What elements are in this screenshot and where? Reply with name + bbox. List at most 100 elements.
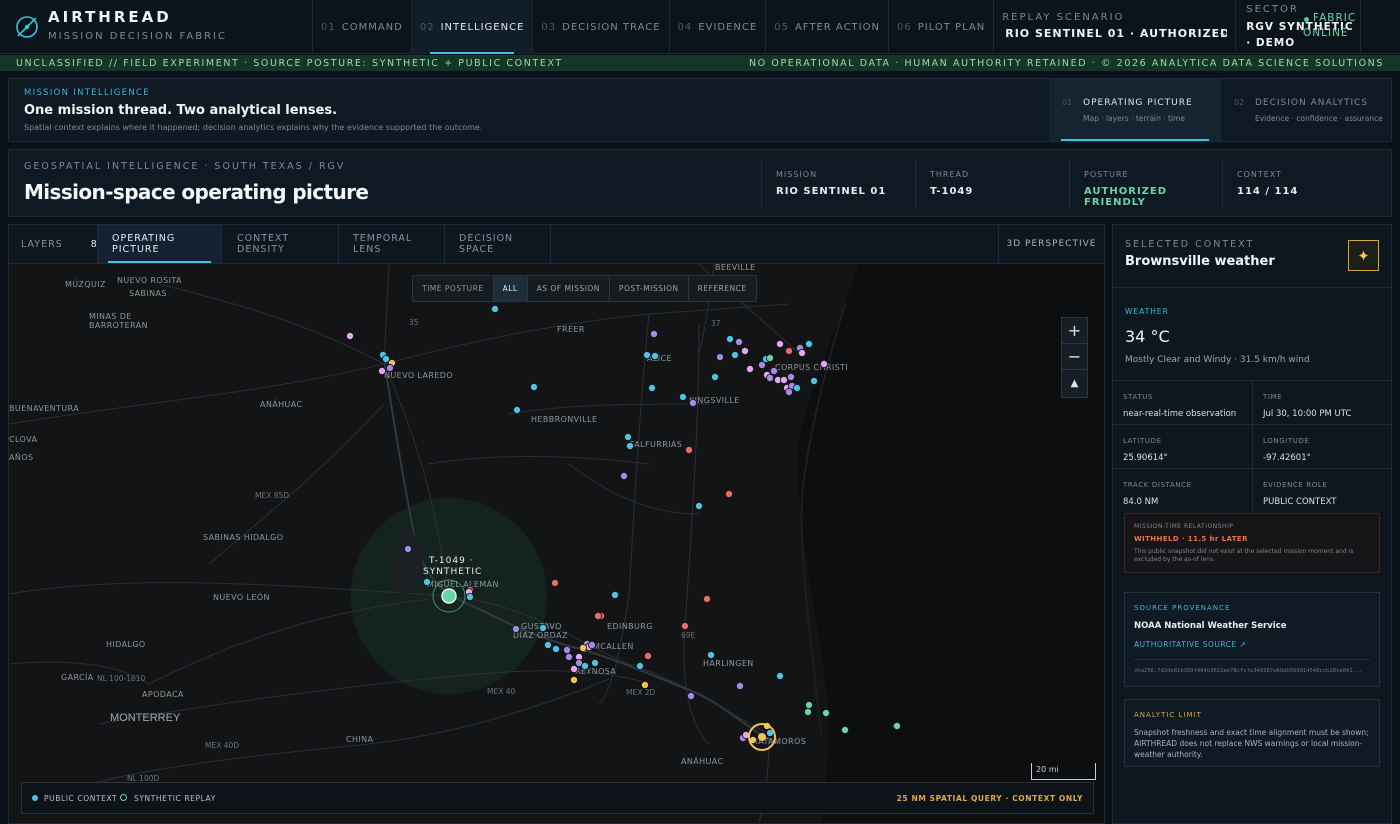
context-point[interactable] bbox=[776, 671, 785, 680]
context-point[interactable] bbox=[736, 681, 745, 690]
tab-layers[interactable]: LAYERS 8 bbox=[9, 225, 98, 263]
context-point[interactable] bbox=[726, 335, 735, 344]
context-point[interactable] bbox=[490, 305, 499, 314]
zoom-out-button[interactable]: − bbox=[1062, 344, 1087, 370]
replay-scenario-select[interactable]: RIO SENTINEL 01 · AUTHORIZED FRIENDLY bbox=[1005, 27, 1227, 43]
time-posture-reference[interactable]: REFERENCE bbox=[689, 276, 756, 301]
tab-context-density[interactable]: CONTEXT DENSITY bbox=[222, 225, 339, 263]
context-kicker: SELECTED CONTEXT bbox=[1125, 239, 1255, 250]
context-point[interactable] bbox=[787, 373, 796, 382]
context-point[interactable] bbox=[626, 441, 635, 450]
context-point[interactable] bbox=[711, 373, 720, 382]
context-point[interactable] bbox=[465, 592, 474, 601]
3d-perspective-button[interactable]: 3D PERSPECTIVE bbox=[998, 225, 1104, 263]
compass-reset-icon[interactable]: ▲ bbox=[1062, 370, 1087, 396]
context-point[interactable] bbox=[804, 707, 813, 716]
brand[interactable]: AIRTHREAD MISSION DECISION FABRIC bbox=[0, 0, 313, 54]
context-point[interactable] bbox=[716, 353, 725, 362]
context-point[interactable] bbox=[810, 377, 819, 386]
context-point[interactable] bbox=[551, 578, 560, 587]
context-point[interactable] bbox=[403, 544, 412, 553]
context-point[interactable] bbox=[563, 645, 572, 654]
context-point[interactable] bbox=[725, 489, 734, 498]
context-point[interactable] bbox=[820, 360, 829, 369]
context-point[interactable] bbox=[643, 351, 652, 360]
nav-tab-intelligence[interactable]: 02 INTELLIGENCE bbox=[411, 0, 534, 54]
context-point[interactable] bbox=[805, 700, 814, 709]
chevron-down-icon[interactable]: ⌄ bbox=[1218, 26, 1227, 39]
context-point[interactable] bbox=[611, 590, 620, 599]
context-point[interactable] bbox=[703, 594, 712, 603]
context-point[interactable] bbox=[770, 367, 779, 376]
sparkle-icon[interactable]: ✦ bbox=[1348, 240, 1379, 271]
authoritative-source-link[interactable]: AUTHORITATIVE SOURCE ↗ bbox=[1134, 640, 1246, 649]
context-point[interactable] bbox=[805, 340, 814, 349]
context-point[interactable] bbox=[798, 349, 807, 358]
tab-operating-picture[interactable]: OPERATING PICTURE bbox=[98, 225, 222, 263]
time-posture-post-mission[interactable]: POST-MISSION bbox=[610, 276, 689, 301]
context-point[interactable] bbox=[565, 652, 574, 661]
context-point[interactable] bbox=[766, 354, 775, 363]
context-point[interactable] bbox=[758, 361, 767, 370]
context-point[interactable] bbox=[841, 725, 850, 734]
context-point[interactable] bbox=[776, 340, 785, 349]
context-point[interactable] bbox=[530, 383, 539, 392]
nav-tab-command[interactable]: 01 COMMAND bbox=[313, 0, 412, 54]
context-point[interactable] bbox=[766, 374, 775, 383]
cell-key: STATUS bbox=[1123, 393, 1153, 401]
nav-tab-pilot-plan[interactable]: 06 PILOT PLAN bbox=[889, 0, 995, 54]
context-point[interactable] bbox=[780, 376, 789, 385]
context-point[interactable] bbox=[511, 624, 520, 633]
context-point[interactable] bbox=[636, 661, 645, 670]
context-point[interactable] bbox=[746, 365, 755, 374]
map-canvas[interactable]: NUEVO ROSITA SABINAS MÚZQUIZ MINAS DE BA… bbox=[9, 264, 1104, 823]
time-posture-as-of-mission[interactable]: AS OF MISSION bbox=[528, 276, 610, 301]
zoom-in-button[interactable]: + bbox=[1062, 318, 1087, 344]
context-point[interactable] bbox=[512, 405, 521, 414]
context-point[interactable] bbox=[695, 501, 704, 510]
context-point[interactable] bbox=[591, 658, 600, 667]
context-point[interactable] bbox=[594, 611, 603, 620]
context-point[interactable] bbox=[570, 675, 579, 684]
context-point[interactable] bbox=[539, 623, 548, 632]
context-point[interactable] bbox=[644, 651, 653, 660]
context-point[interactable] bbox=[785, 347, 794, 356]
tab-temporal-lens[interactable]: TEMPORAL LENS bbox=[339, 225, 445, 263]
context-point[interactable] bbox=[793, 384, 802, 393]
nav-tab-after-action[interactable]: 05 AFTER ACTION bbox=[766, 0, 889, 54]
context-point[interactable] bbox=[552, 644, 561, 653]
context-point[interactable] bbox=[731, 351, 740, 360]
context-point[interactable] bbox=[579, 643, 588, 652]
context-point[interactable] bbox=[679, 392, 688, 401]
context-point[interactable] bbox=[822, 708, 831, 717]
context-point[interactable] bbox=[588, 640, 597, 649]
context-point[interactable] bbox=[570, 664, 579, 673]
tab-decision-space[interactable]: DECISION SPACE bbox=[445, 225, 551, 263]
lens-operating-picture[interactable]: 01 OPERATING PICTURE Map · layers · terr… bbox=[1049, 79, 1221, 141]
lens-decision-analytics[interactable]: 02 DECISION ANALYTICS Evidence · confide… bbox=[1221, 79, 1393, 141]
nav-tab-evidence[interactable]: 04 EVIDENCE bbox=[670, 0, 767, 54]
context-point[interactable] bbox=[620, 471, 629, 480]
time-posture-all[interactable]: ALL bbox=[493, 276, 528, 301]
context-point[interactable] bbox=[681, 621, 690, 630]
context-point[interactable] bbox=[741, 347, 750, 356]
context-point[interactable] bbox=[544, 640, 553, 649]
context-point[interactable] bbox=[422, 577, 431, 586]
context-point[interactable] bbox=[707, 650, 716, 659]
context-point[interactable] bbox=[624, 432, 633, 441]
context-point[interactable] bbox=[650, 330, 659, 339]
context-point[interactable] bbox=[893, 721, 902, 730]
context-point[interactable] bbox=[689, 398, 698, 407]
context-point[interactable] bbox=[385, 364, 394, 373]
context-point[interactable] bbox=[651, 352, 660, 361]
context-point[interactable] bbox=[648, 384, 657, 393]
context-point[interactable] bbox=[377, 367, 386, 376]
context-point[interactable] bbox=[785, 388, 794, 397]
context-point[interactable] bbox=[687, 691, 696, 700]
context-point[interactable] bbox=[735, 338, 744, 347]
context-point[interactable] bbox=[641, 680, 650, 689]
context-point[interactable] bbox=[345, 332, 354, 341]
nav-tab-decision-trace[interactable]: 03 DECISION TRACE bbox=[533, 0, 670, 54]
context-point[interactable] bbox=[685, 445, 694, 454]
context-point[interactable] bbox=[581, 661, 590, 670]
